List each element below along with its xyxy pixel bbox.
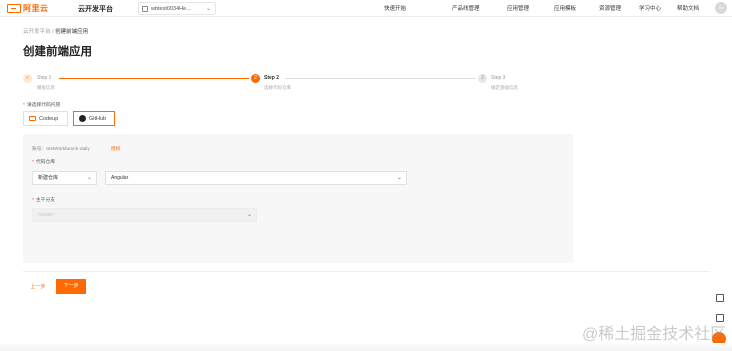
repo-label: * 代码仓库 (32, 158, 55, 165)
footer-divider (23, 271, 709, 272)
repo-name-value: Angular (111, 175, 129, 181)
source-label: * 请选择代码托管 (23, 101, 60, 108)
step-2-desc: 选择代码仓库 (264, 85, 291, 90)
step-2-title: Step 2 (264, 75, 280, 81)
nav-item-templates[interactable]: 应用模板 (554, 4, 576, 12)
breadcrumb-current: 创建前端应用 (55, 29, 89, 35)
nav-item-docs[interactable]: 帮助文档 (677, 4, 699, 12)
step-1-connector (59, 78, 249, 79)
step-2-dot: 2 (251, 74, 260, 83)
repo-config-panel: 账号：testWorkbench-daily 授权 * 代码仓库 新建仓库 ⌄ A… (23, 134, 573, 263)
nav-item-apps[interactable]: 应用管理 (507, 4, 529, 12)
step-3-desc: 确定基础信息 (491, 85, 518, 90)
branch-label-text: 主干分支 (35, 198, 56, 203)
stepper: ✓ Step 1 模板信息 2 Step 2 选择代码仓库 3 Step 3 确… (23, 74, 573, 94)
chevron-down-icon: ⌄ (205, 6, 211, 12)
nav-item-quickstart[interactable]: 快速开始 (384, 4, 406, 12)
prev-step-button[interactable]: 上一步 (23, 279, 53, 294)
chevron-down-icon: ⌄ (246, 212, 252, 218)
step-1-title: Step 1 (37, 75, 52, 81)
required-marker: * (23, 103, 25, 108)
branch-placeholder: master (38, 212, 54, 218)
feedback-icon[interactable] (716, 294, 724, 302)
authorize-link[interactable]: 授权 (111, 145, 121, 152)
workspace-name: wbtest0034He... (151, 5, 191, 12)
repo-type-select[interactable]: 新建仓库 ⌄ (32, 171, 97, 185)
chevron-down-icon: ⌄ (396, 175, 402, 181)
aliyun-logo-icon (7, 4, 21, 13)
platform-title[interactable]: 云开发平台 (78, 4, 113, 14)
required-marker: * (32, 160, 34, 165)
step-3-title: Step 3 (491, 75, 506, 81)
repo-label-text: 代码仓库 (35, 160, 56, 165)
top-nav: 阿里云 云开发平台 wbtest0034He... ⌄ 快速开始 产品线管理 应… (0, 0, 732, 17)
required-marker: * (32, 198, 34, 203)
breadcrumb-root[interactable]: 云开发平台 (23, 29, 51, 35)
step-1-desc: 模板信息 (37, 85, 55, 90)
avatar[interactable]: AV (715, 2, 727, 14)
nav-item-product-lines[interactable]: 产品线管理 (452, 4, 480, 12)
breadcrumb: 云开发平台 / 创建前端应用 (23, 27, 88, 35)
codeup-icon (29, 116, 36, 121)
next-step-button[interactable]: 下一步 (56, 279, 86, 294)
logo-text: 阿里云 (23, 4, 49, 13)
source-github-button[interactable]: GitHub (73, 111, 115, 126)
nav-item-learning[interactable]: 学习中心 (639, 4, 661, 12)
repo-type-value: 新建仓库 (38, 175, 59, 181)
source-codeup-label: Codeup (39, 115, 59, 122)
workspace-selector[interactable]: wbtest0034He... ⌄ (138, 2, 216, 15)
github-icon (79, 115, 86, 122)
step-3-dot: 3 (478, 74, 487, 83)
account-value: testWorkbench-daily (46, 147, 90, 152)
bottom-shade (0, 343, 732, 351)
branch-label: * 主干分支 (32, 196, 55, 203)
repo-name-input[interactable]: Angular ⌄ (105, 171, 407, 185)
page-title: 创建前端应用 (23, 46, 92, 58)
workspace-icon (142, 5, 148, 12)
nav-item-resources[interactable]: 资源管理 (599, 4, 621, 12)
branch-select[interactable]: master ⌄ (32, 208, 257, 222)
source-codeup-button[interactable]: Codeup (23, 111, 68, 126)
account-label: 账号： (32, 147, 47, 152)
watermark: @稀土掘金技术社区 (582, 326, 727, 343)
source-label-text: 请选择代码托管 (26, 103, 61, 108)
breadcrumb-separator: / (52, 29, 54, 35)
chevron-down-icon: ⌄ (86, 175, 92, 181)
step-1-check-icon: ✓ (23, 74, 32, 83)
aliyun-logo[interactable]: 阿里云 (7, 3, 49, 14)
step-2-connector (285, 78, 476, 79)
source-github-label: GitHub (89, 115, 107, 122)
account-info: 账号：testWorkbench-daily (32, 145, 90, 152)
